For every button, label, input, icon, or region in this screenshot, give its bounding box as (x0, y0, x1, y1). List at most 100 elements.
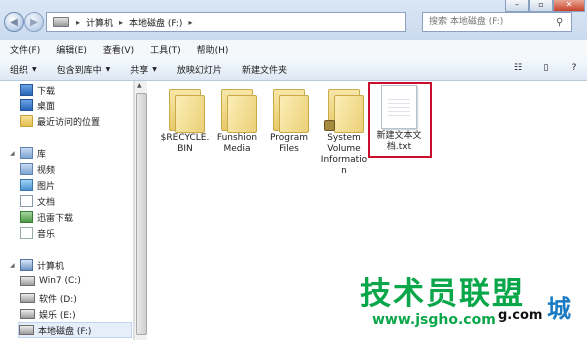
include-in-library-button[interactable]: 包含到库中 ▼ (47, 63, 121, 76)
nav-label: 文档 (37, 197, 56, 208)
nav-label: 本地磁盘 (F:) (38, 326, 92, 337)
nav-item-drive-c[interactable]: Win7 (C:) (20, 274, 81, 288)
back-button[interactable]: ◀ (4, 12, 24, 32)
address-field[interactable]: ▸ 计算机 ▸ 本地磁盘 (F:) ▸ ⟳ (46, 12, 448, 32)
folder-icon (217, 87, 257, 133)
forward-button[interactable]: ▶ (24, 12, 44, 32)
nav-item-drive-f[interactable]: 本地磁盘 (F:) (18, 322, 132, 338)
watermark-logo: 技术员联盟 (360, 276, 525, 312)
nav-item-videos[interactable]: 视频 (20, 162, 55, 176)
view-controls: ☷ ▯ ? (511, 61, 581, 75)
watermark-extra: 城 (547, 295, 571, 323)
share-button[interactable]: 共享 ▼ (120, 63, 167, 76)
file-name: Funshion Media (216, 133, 258, 154)
nav-item-drive-e[interactable]: 娱乐 (E:) (20, 307, 76, 321)
folder-icon (269, 87, 309, 133)
minimize-button[interactable]: – (505, 0, 529, 12)
menu-tools[interactable]: 工具(T) (140, 43, 187, 56)
menu-help[interactable]: 帮助(H) (187, 43, 235, 56)
nav-label: 迅雷下载 (37, 213, 74, 224)
nav-item-libraries[interactable]: ◢ 库 (10, 146, 46, 160)
highlight-box (368, 82, 432, 158)
file-name: System Volume Information (320, 133, 368, 176)
folder-icon (165, 87, 205, 133)
file-item[interactable]: $RECYCLE.BIN (159, 87, 211, 155)
preview-pane-icon[interactable]: ▯ (539, 61, 553, 75)
drive-icon (20, 276, 35, 286)
computer-icon (20, 259, 33, 271)
nav-item-computer[interactable]: ◢ 计算机 (10, 258, 64, 272)
scroll-up-icon[interactable]: ▲ (137, 82, 142, 89)
window-controls: – ▫ ✕ (505, 0, 585, 12)
nav-label: 图片 (37, 181, 56, 192)
music-icon (20, 227, 33, 239)
nav-item-drive-d[interactable]: 软件 (D:) (20, 291, 77, 305)
file-item[interactable]: Funshion Media (211, 87, 263, 155)
dropdown-arrow-icon: ▼ (105, 65, 111, 73)
menu-file[interactable]: 文件(F) (0, 43, 46, 56)
breadcrumb-chevron-icon[interactable]: ▸ (119, 18, 123, 27)
new-folder-button[interactable]: 新建文件夹 (232, 63, 297, 76)
search-icon[interactable]: ⚲ (556, 17, 563, 28)
documents-icon (20, 195, 33, 207)
desktop-icon (20, 99, 33, 111)
watermark-url-tail: g.com (498, 308, 543, 323)
downloads-icon (20, 84, 33, 96)
nav-label: 软件 (D:) (39, 294, 77, 305)
drive-icon (20, 293, 35, 303)
nav-label: 下载 (37, 86, 56, 97)
nav-scrollbar[interactable]: ▲ (134, 81, 147, 340)
nav-item-music[interactable]: 音乐 (20, 226, 55, 240)
file-item[interactable]: System Volume Information (318, 87, 370, 177)
menu-view[interactable]: 查看(V) (93, 43, 140, 56)
nav-item-pictures[interactable]: 图片 (20, 178, 55, 192)
nav-item-documents[interactable]: 文档 (20, 194, 55, 208)
drive-icon (19, 325, 34, 335)
nav-label: 桌面 (37, 101, 56, 112)
breadcrumb: ▸ 计算机 ▸ 本地磁盘 (F:) ▸ (76, 16, 192, 29)
nav-label: 视频 (37, 165, 56, 176)
maximize-button[interactable]: ▫ (529, 0, 553, 12)
collapse-arrow-icon[interactable]: ◢ (10, 150, 16, 157)
nav-item-xunlei[interactable]: 迅雷下载 (20, 210, 73, 224)
forward-arrow-icon: ▶ (30, 16, 38, 28)
file-item[interactable]: Program Files (263, 87, 315, 155)
help-icon[interactable]: ? (567, 61, 581, 75)
nav-label: 计算机 (37, 261, 65, 272)
lock-icon (324, 120, 335, 131)
nav-label: 库 (37, 149, 47, 160)
dropdown-arrow-icon: ▼ (152, 65, 157, 73)
nav-item-desktop[interactable]: 桌面 (20, 98, 55, 112)
breadcrumb-drive-f[interactable]: 本地磁盘 (F:) (129, 16, 182, 29)
view-options-icon[interactable]: ☷ (511, 61, 525, 75)
drive-icon (20, 309, 35, 319)
address-bar-row: ◀ ▶ ▸ 计算机 ▸ 本地磁盘 (F:) ▸ ⟳ ⚲ – ▫ ✕ (0, 0, 587, 41)
organize-button[interactable]: 组织 ▼ (0, 63, 47, 76)
search-input[interactable] (423, 16, 556, 28)
menu-edit[interactable]: 编辑(E) (46, 43, 93, 56)
nav-item-recent[interactable]: 最近访问的位置 (20, 114, 100, 128)
organize-label: 组织 (10, 65, 29, 76)
nav-label: 娱乐 (E:) (39, 310, 76, 321)
breadcrumb-computer[interactable]: 计算机 (86, 16, 113, 29)
file-name: Program Files (270, 133, 308, 154)
navigation-pane: 下载 桌面 最近访问的位置 ◢ 库 视频 图片 文档 迅雷下载 音乐 ◢ 计算机… (0, 81, 134, 340)
include-in-library-label: 包含到库中 (56, 65, 102, 76)
close-button[interactable]: ✕ (553, 0, 585, 12)
dropdown-arrow-icon: ▼ (32, 65, 37, 73)
videos-icon (20, 163, 33, 175)
nav-label: 最近访问的位置 (37, 117, 101, 128)
breadcrumb-chevron-icon[interactable]: ▸ (188, 18, 192, 27)
breadcrumb-chevron-icon[interactable]: ▸ (76, 18, 80, 27)
search-box[interactable]: ⚲ (422, 12, 572, 32)
slideshow-button[interactable]: 放映幻灯片 (167, 63, 232, 76)
nav-label: Win7 (C:) (39, 276, 81, 286)
nav-label: 音乐 (37, 229, 56, 240)
menu-bar: 文件(F) 编辑(E) 查看(V) 工具(T) 帮助(H) (0, 40, 587, 59)
recent-places-icon (20, 115, 33, 127)
scroll-thumb[interactable] (136, 93, 147, 335)
nav-item-downloads[interactable]: 下载 (20, 83, 55, 97)
collapse-arrow-icon[interactable]: ◢ (10, 262, 16, 269)
library-icon (20, 147, 33, 159)
back-arrow-icon: ◀ (10, 16, 18, 28)
